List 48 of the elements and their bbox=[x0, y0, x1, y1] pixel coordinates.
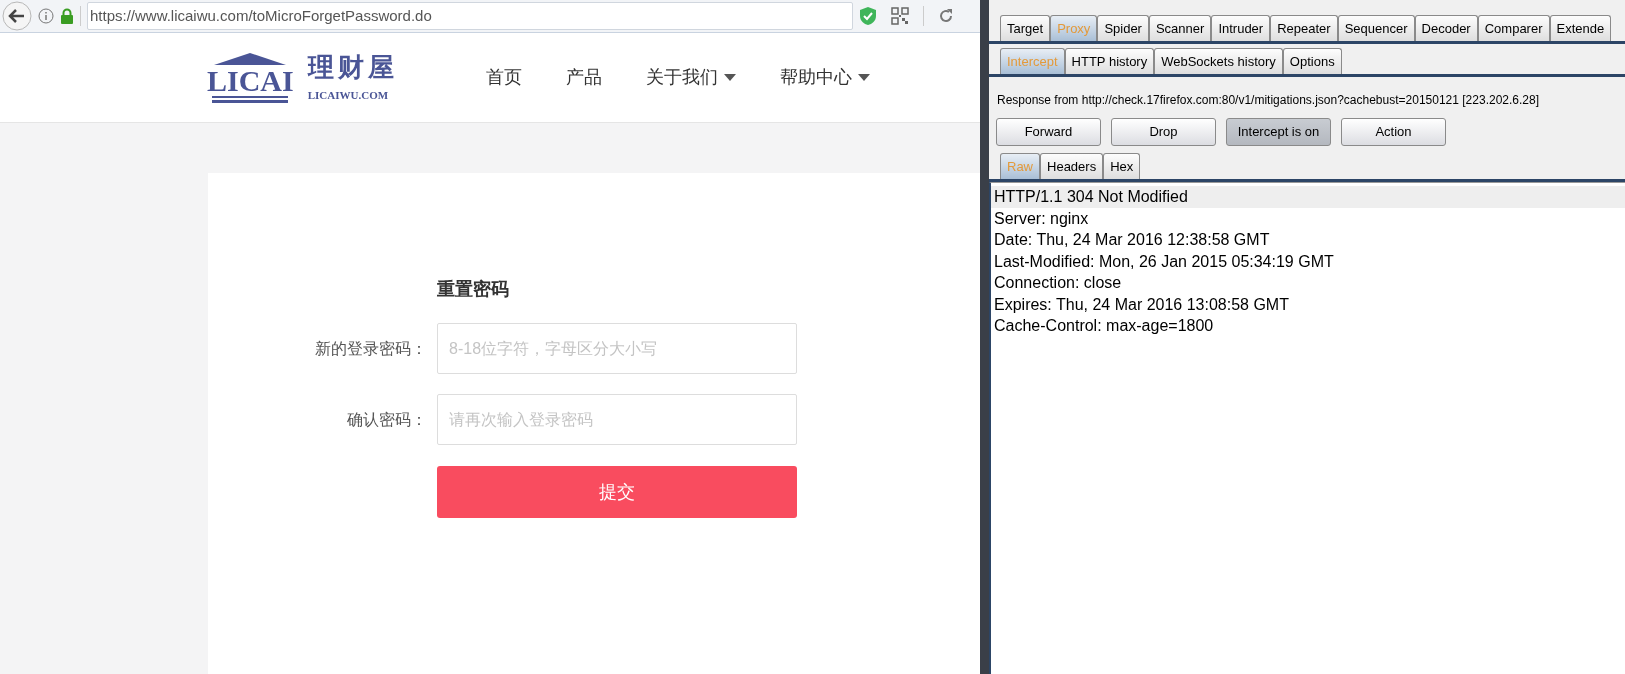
toggle-button[interactable]: Intercept is on bbox=[1226, 118, 1331, 146]
field-label: 确认密码： bbox=[346, 409, 427, 430]
response-line: Date: Thu, 24 Mar 2016 12:38:58 GMT bbox=[993, 230, 1271, 250]
tab[interactable]: Hex bbox=[1103, 153, 1141, 179]
response-source-text: Response from http://check.17firefox.com:80/v1/mitigations.json?cachebust=20150121 [223.202.6.28] bbox=[996, 92, 1540, 109]
response-line: Expires: Thu, 24 Mar 2016 13:08:58 GMT bbox=[993, 294, 1290, 315]
base-lines-icon bbox=[212, 94, 289, 103]
shield-icon[interactable] bbox=[859, 6, 877, 26]
response-line: Connection: close bbox=[993, 273, 1123, 293]
tab[interactable]: Comparer bbox=[1477, 15, 1550, 41]
response-editor[interactable] bbox=[989, 182, 1625, 674]
caret-icon bbox=[723, 74, 736, 81]
back-icon[interactable] bbox=[2, 1, 32, 31]
action-button[interactable]: Forward bbox=[996, 118, 1101, 146]
nav-link[interactable]: 关于我们 bbox=[645, 64, 736, 91]
nav-link[interactable]: 首页 bbox=[485, 64, 522, 91]
response-line: Server: nginx bbox=[993, 208, 1090, 229]
response-line: Cache-Control: max-age=1800 bbox=[993, 316, 1215, 336]
roof-icon bbox=[214, 52, 287, 67]
caret-icon bbox=[857, 74, 870, 81]
tab[interactable]: Repeater bbox=[1270, 15, 1338, 41]
logo-name: 理财屋 bbox=[307, 51, 398, 84]
field-label: 新的登录密码： bbox=[314, 338, 427, 359]
lock-icon bbox=[60, 8, 74, 24]
tab[interactable]: WebSockets history bbox=[1154, 48, 1283, 74]
tab[interactable]: Spider bbox=[1097, 15, 1149, 41]
tab[interactable]: Sequencer bbox=[1337, 15, 1415, 41]
reload-icon[interactable] bbox=[938, 8, 954, 24]
password-field[interactable]: 8-18位字符，字母区分大小写 bbox=[437, 323, 797, 374]
logo-domain: LICAIWU.COM bbox=[307, 88, 390, 104]
form-title: 重置密码 bbox=[437, 278, 510, 301]
tab[interactable]: Decoder bbox=[1414, 15, 1478, 41]
nav-link[interactable]: 帮助中心 bbox=[779, 64, 870, 91]
tab[interactable]: Headers bbox=[1040, 153, 1104, 179]
action-button[interactable]: Drop bbox=[1111, 118, 1216, 146]
tab[interactable]: Target bbox=[1000, 15, 1051, 41]
tab[interactable]: Extende bbox=[1549, 15, 1612, 41]
qr-code-icon[interactable] bbox=[891, 7, 909, 25]
tab[interactable]: Options bbox=[1282, 48, 1342, 74]
tab[interactable]: HTTP history bbox=[1064, 48, 1155, 74]
tab[interactable]: Intruder bbox=[1211, 15, 1271, 41]
nav-link[interactable]: 产品 bbox=[565, 64, 602, 91]
tab[interactable]: Scanner bbox=[1148, 15, 1212, 41]
logo-text: LICAI bbox=[207, 66, 294, 95]
response-line: Last-Modified: Mon, 26 Jan 2015 05:34:19 GMT bbox=[993, 251, 1335, 272]
info-icon[interactable] bbox=[38, 8, 54, 24]
action-button[interactable]: Action bbox=[1341, 118, 1446, 146]
password-field[interactable]: 请再次输入登录密码 bbox=[437, 394, 797, 445]
